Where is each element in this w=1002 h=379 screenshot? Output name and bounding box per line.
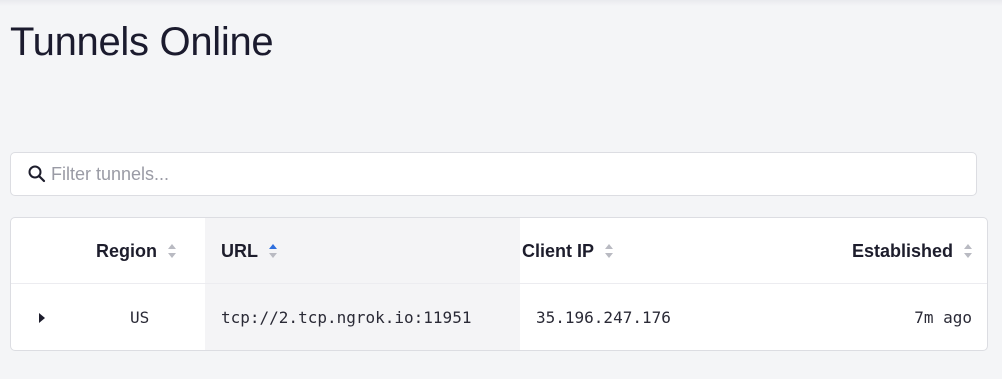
column-header-label: Established	[851, 240, 953, 261]
column-header-label: Region	[96, 240, 157, 261]
caret-right-icon[interactable]	[37, 284, 53, 350]
table-row[interactable]: US tcp://2.tcp.ngrok.io:11951 35.196.247…	[11, 284, 987, 350]
cell-url: tcp://2.tcp.ngrok.io:11951	[221, 308, 472, 327]
sort-arrows-icon	[167, 243, 177, 259]
cell-established: 7m ago	[914, 308, 972, 327]
search-icon	[27, 164, 47, 184]
column-header-label: Client IP	[522, 240, 595, 261]
top-bar	[0, 0, 1002, 6]
page-title: Tunnels Online	[10, 20, 274, 64]
column-header-established[interactable]: Established	[852, 218, 973, 284]
table-header: Region URL Client IP Established	[11, 218, 987, 284]
sort-arrows-icon	[604, 243, 614, 259]
filter-input[interactable]	[51, 163, 951, 185]
cell-region: US	[130, 308, 150, 327]
column-header-client-ip[interactable]: Client IP	[522, 218, 614, 284]
filter-bar[interactable]	[10, 152, 977, 196]
sort-arrows-icon	[963, 243, 973, 259]
tunnels-table: Region URL Client IP Established US tcp:…	[10, 217, 988, 351]
column-header-label: URL	[221, 240, 258, 261]
column-header-region[interactable]: Region	[96, 218, 177, 284]
sort-ascending-icon	[268, 243, 278, 259]
cell-client-ip: 35.196.247.176	[536, 308, 671, 327]
column-header-url[interactable]: URL	[221, 218, 278, 284]
